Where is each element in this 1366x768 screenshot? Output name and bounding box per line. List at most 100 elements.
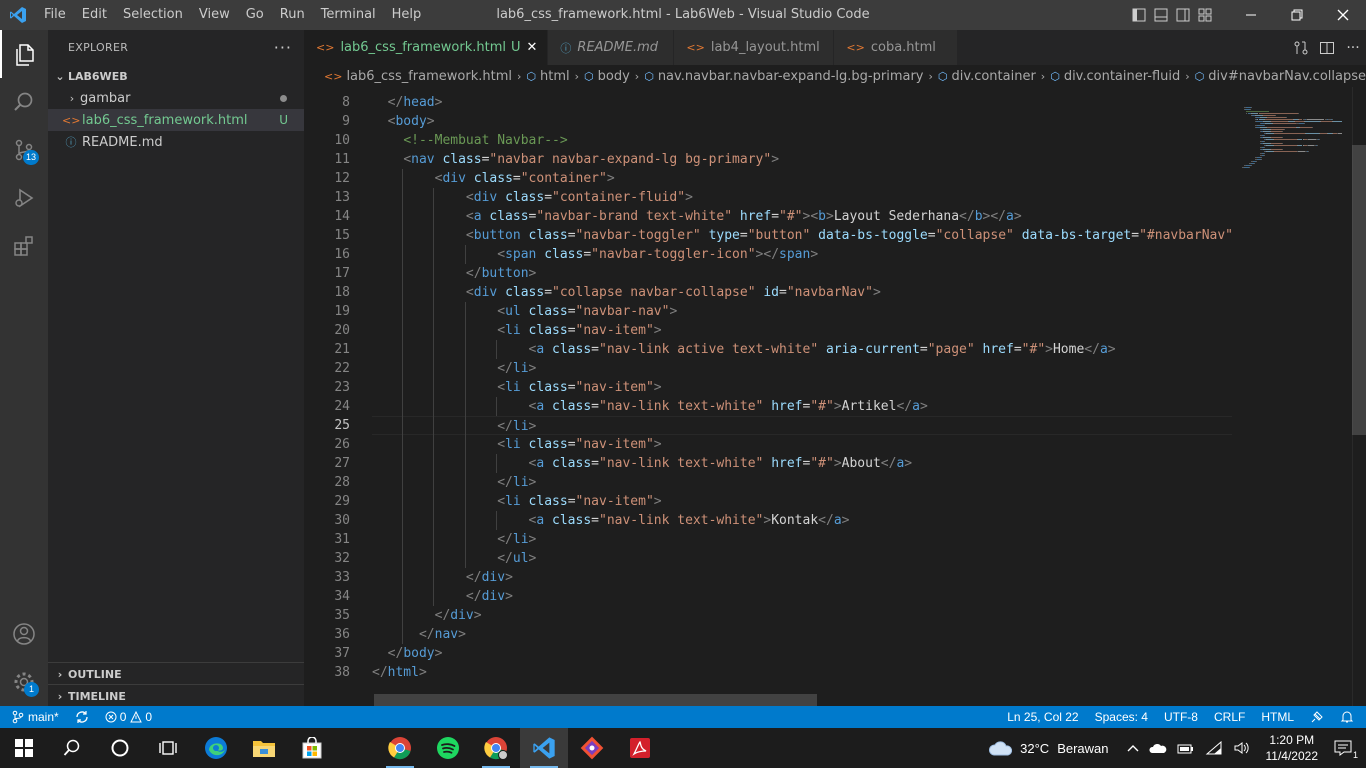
code-line[interactable]: <a class="navbar-brand text-white" href=… bbox=[372, 207, 1232, 226]
clock[interactable]: 1:20 PM 11/4/2022 bbox=[1256, 732, 1329, 764]
breadcrumb-div-container[interactable]: ⬡ div.container bbox=[938, 69, 1036, 84]
menu-go[interactable]: Go bbox=[238, 0, 272, 30]
code-line[interactable]: <!--Membuat Navbar--> bbox=[372, 131, 1232, 150]
tab-lab4-layout[interactable]: <> lab4_layout.html bbox=[674, 30, 835, 65]
code-line[interactable]: <span class="navbar-toggler-icon"></span… bbox=[372, 245, 1232, 264]
code-line[interactable]: </head> bbox=[372, 93, 1232, 112]
breadcrumb-div-container-fluid[interactable]: ⬡ div.container-fluid bbox=[1050, 69, 1180, 84]
toggle-sidebar-icon[interactable] bbox=[1128, 0, 1150, 30]
menu-view[interactable]: View bbox=[191, 0, 238, 30]
vertical-scroll-thumb[interactable] bbox=[1352, 145, 1366, 435]
code-line[interactable]: </div> bbox=[372, 587, 1232, 606]
end-of-line[interactable]: CRLF bbox=[1206, 706, 1253, 728]
encoding[interactable]: UTF-8 bbox=[1156, 706, 1206, 728]
menu-terminal[interactable]: Terminal bbox=[313, 0, 384, 30]
vscode-taskbar-icon[interactable] bbox=[520, 728, 568, 768]
tab-readme[interactable]: ⓘ README.md bbox=[548, 30, 675, 65]
battery-icon[interactable] bbox=[1172, 728, 1200, 768]
code-line[interactable]: <div class="container-fluid"> bbox=[372, 188, 1232, 207]
toggle-panel-icon[interactable] bbox=[1150, 0, 1172, 30]
code-line[interactable]: <li class="nav-item"> bbox=[372, 378, 1232, 397]
settings-gear-icon[interactable]: 1 bbox=[0, 658, 48, 706]
code-line[interactable]: <div class="container"> bbox=[372, 169, 1232, 188]
code-line[interactable]: <a class="nav-link text-white" href="#">… bbox=[372, 397, 1232, 416]
split-editor-icon[interactable] bbox=[1314, 30, 1340, 65]
chrome-profile-icon[interactable] bbox=[472, 728, 520, 768]
edge-browser-icon[interactable] bbox=[192, 728, 240, 768]
chrome-icon[interactable] bbox=[376, 728, 424, 768]
tree-item-lab6-css-framework[interactable]: <> lab6_css_framework.html U bbox=[48, 109, 304, 131]
code-line[interactable]: </body> bbox=[372, 644, 1232, 663]
minimize-icon[interactable] bbox=[1228, 0, 1274, 30]
menu-run[interactable]: Run bbox=[272, 0, 313, 30]
language-mode[interactable]: HTML bbox=[1253, 706, 1302, 728]
toggle-secondary-sidebar-icon[interactable] bbox=[1172, 0, 1194, 30]
code-line[interactable]: </html> bbox=[372, 663, 1232, 682]
code-line[interactable]: </li> bbox=[372, 416, 1232, 435]
sync-icon[interactable] bbox=[67, 706, 97, 728]
explorer-icon[interactable] bbox=[0, 30, 48, 78]
cortana-icon[interactable] bbox=[96, 728, 144, 768]
code-line[interactable]: <button class="navbar-toggler" type="but… bbox=[372, 226, 1232, 245]
code-line[interactable]: </li> bbox=[372, 530, 1232, 549]
wifi-icon[interactable] bbox=[1200, 728, 1228, 768]
breadcrumb-nav[interactable]: ⬡ nav.navbar.navbar-expand-lg.bg-primary bbox=[644, 69, 923, 84]
cursor-position[interactable]: Ln 25, Col 22 bbox=[999, 706, 1086, 728]
outline-section[interactable]: › OUTLINE bbox=[48, 662, 304, 685]
tab-lab6-css-framework[interactable]: <> lab6_css_framework.html U ✕ bbox=[304, 30, 549, 65]
volume-icon[interactable] bbox=[1228, 728, 1256, 768]
weather-widget[interactable]: 32°C Berawan bbox=[983, 728, 1113, 768]
code-line[interactable]: <body> bbox=[372, 112, 1232, 131]
spotify-icon[interactable] bbox=[424, 728, 472, 768]
code-line[interactable]: <a class="nav-link text-white" href="#">… bbox=[372, 454, 1232, 473]
onedrive-icon[interactable] bbox=[1144, 728, 1172, 768]
breadcrumb-html[interactable]: ⬡ html bbox=[526, 69, 569, 84]
show-hidden-icons-icon[interactable] bbox=[1122, 728, 1144, 768]
more-actions-icon[interactable]: ··· bbox=[1340, 30, 1366, 65]
microsoft-store-icon[interactable] bbox=[288, 728, 336, 768]
acrobat-icon[interactable] bbox=[616, 728, 664, 768]
run-debug-icon[interactable] bbox=[0, 174, 48, 222]
code-editor[interactable]: 8 9 10 11 12 13 14 15 16 17 18 19 20 21 22 23 24 25 26 27 28… bbox=[304, 87, 1366, 706]
branch-status[interactable]: main* bbox=[0, 706, 67, 728]
timeline-section[interactable]: › TIMELINE bbox=[48, 684, 304, 707]
tab-coba[interactable]: <> coba.html bbox=[834, 30, 959, 65]
close-tab-icon[interactable]: ✕ bbox=[527, 40, 538, 55]
vertical-scrollbar[interactable] bbox=[1352, 87, 1366, 706]
breadcrumb-div-navbarnav[interactable]: ⬡div#navbarNav.collapse.navbar-colla bbox=[1195, 69, 1366, 84]
restore-icon[interactable] bbox=[1274, 0, 1320, 30]
customize-layout-icon[interactable] bbox=[1194, 0, 1216, 30]
source-control-icon[interactable]: 13 bbox=[0, 126, 48, 174]
breadcrumb-body[interactable]: ⬡ body bbox=[584, 69, 630, 84]
tree-item-gambar[interactable]: › gambar bbox=[48, 87, 304, 109]
code-line[interactable]: </li> bbox=[372, 359, 1232, 378]
taskbar-search-icon[interactable] bbox=[48, 728, 96, 768]
account-icon[interactable] bbox=[0, 610, 48, 658]
code-line[interactable]: </div> bbox=[372, 606, 1232, 625]
close-window-icon[interactable] bbox=[1320, 0, 1366, 30]
project-folder-header[interactable]: ⌄ LAB6WEB bbox=[48, 65, 304, 87]
code-line[interactable]: <a class="nav-link text-white">Kontak</a… bbox=[372, 511, 1232, 530]
menu-edit[interactable]: Edit bbox=[74, 0, 115, 30]
code-line[interactable]: </nav> bbox=[372, 625, 1232, 644]
more-actions-icon[interactable]: ··· bbox=[274, 38, 292, 57]
menu-file[interactable]: File bbox=[36, 0, 74, 30]
breadcrumb-file[interactable]: <> lab6_css_framework.html bbox=[324, 69, 512, 84]
minimap[interactable] bbox=[1232, 87, 1352, 706]
menu-selection[interactable]: Selection bbox=[115, 0, 191, 30]
task-view-icon[interactable] bbox=[144, 728, 192, 768]
code-line[interactable]: </li> bbox=[372, 473, 1232, 492]
indentation[interactable]: Spaces: 4 bbox=[1087, 706, 1156, 728]
code-line[interactable]: </ul> bbox=[372, 549, 1232, 568]
open-changes-icon[interactable] bbox=[1288, 30, 1314, 65]
code-line[interactable]: <nav class="navbar navbar-expand-lg bg-p… bbox=[372, 150, 1232, 169]
code-line[interactable]: </button> bbox=[372, 264, 1232, 283]
git-gui-icon[interactable] bbox=[568, 728, 616, 768]
extensions-icon[interactable] bbox=[0, 222, 48, 270]
file-explorer-icon[interactable] bbox=[240, 728, 288, 768]
start-windows-icon[interactable] bbox=[0, 728, 48, 768]
code-line[interactable]: <ul class="navbar-nav"> bbox=[372, 302, 1232, 321]
tree-item-readme[interactable]: ⓘ README.md bbox=[48, 131, 304, 153]
code-line[interactable]: <a class="nav-link active text-white" ar… bbox=[372, 340, 1232, 359]
action-center-icon[interactable]: 1 bbox=[1328, 728, 1366, 768]
